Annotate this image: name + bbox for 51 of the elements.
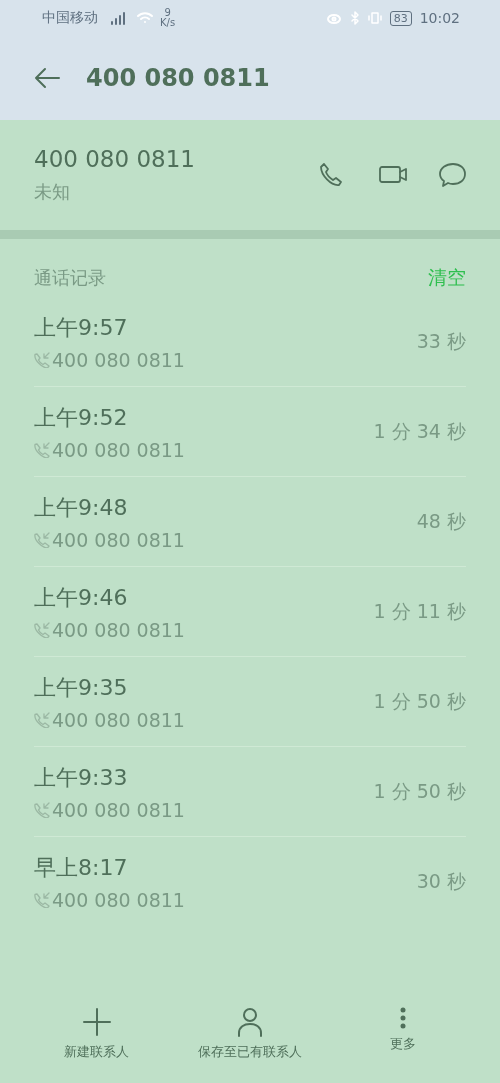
call-time: 上午9:35 [34, 673, 129, 702]
call-duration: 48 秒 [416, 508, 466, 534]
call-number: 400 080 0811 [52, 348, 185, 371]
call-number: 400 080 0811 [52, 528, 185, 551]
incoming-call-icon [34, 351, 50, 368]
call-time: 上午9:57 [34, 313, 129, 342]
battery-level: 83 [389, 10, 412, 26]
speed-unit: K/s [160, 18, 176, 28]
wifi-icon [136, 11, 154, 25]
incoming-call-icon [34, 441, 50, 458]
incoming-call-icon [34, 801, 50, 818]
call-duration: 33 秒 [416, 328, 466, 354]
incoming-call-icon [34, 621, 50, 638]
call-time: 上午9:48 [34, 493, 129, 522]
call-duration: 1 分 11 秒 [373, 598, 466, 624]
contact-label: 未知 [34, 180, 71, 204]
more-icon [400, 1007, 407, 1029]
call-duration: 1 分 50 秒 [373, 778, 466, 804]
call-duration: 1 分 50 秒 [373, 688, 466, 714]
person-icon [235, 1007, 265, 1037]
call-number: 400 080 0811 [52, 618, 185, 641]
call-time: 上午9:52 [34, 403, 129, 432]
back-icon [34, 67, 60, 89]
call-duration: 1 分 34 秒 [373, 418, 466, 444]
section-title: 通话记录 [34, 266, 106, 290]
header-title: 400 080 0811 [86, 64, 270, 92]
incoming-call-icon [34, 711, 50, 728]
call-duration: 30 秒 [416, 868, 466, 894]
incoming-call-icon [34, 891, 50, 908]
message-button[interactable] [438, 161, 468, 189]
call-number: 400 080 0811 [52, 888, 185, 911]
new-contact-button[interactable]: 新建联系人 [26, 1003, 167, 1061]
vibrate-icon [367, 11, 382, 25]
call-number: 400 080 0811 [52, 798, 185, 821]
clock: 10:02 [419, 10, 460, 26]
call-time: 上午9:33 [34, 763, 129, 792]
eye-icon [325, 12, 342, 24]
call-number: 400 080 0811 [52, 708, 185, 731]
bluetooth-icon [349, 11, 360, 25]
plus-icon [81, 1007, 112, 1037]
call-number: 400 080 0811 [52, 438, 185, 461]
more-button[interactable]: 更多 [333, 1003, 474, 1053]
speed-value: 9 [164, 8, 171, 18]
carrier-name: 中国移动 [42, 9, 98, 27]
save-to-contact-button[interactable]: 保存至已有联系人 [180, 1003, 320, 1061]
chat-bubble-icon [438, 161, 468, 189]
back-button[interactable] [34, 67, 60, 89]
incoming-call-icon [34, 531, 50, 548]
call-time: 早上8:17 [34, 853, 129, 882]
call-time: 上午9:46 [34, 583, 129, 612]
contact-number: 400 080 0811 [34, 146, 196, 172]
